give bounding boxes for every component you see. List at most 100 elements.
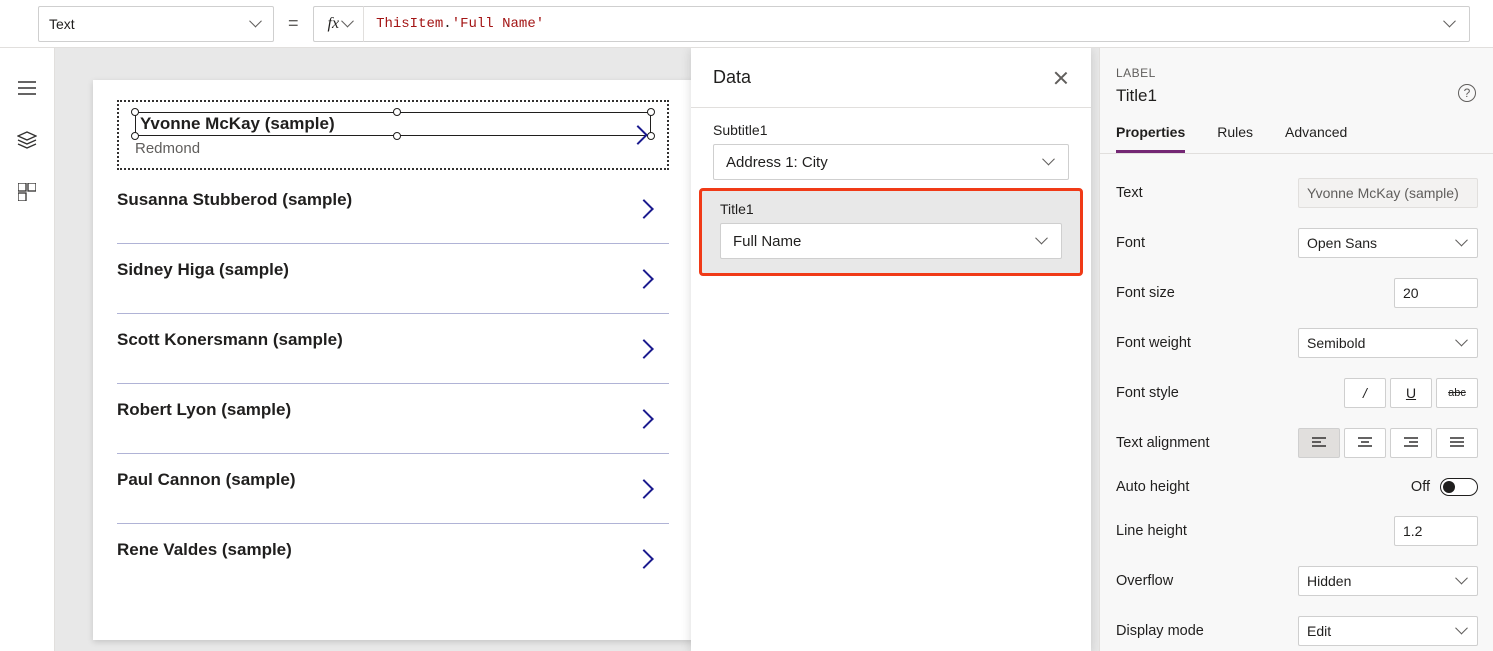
prop-font-select[interactable]: Open Sans <box>1298 228 1478 258</box>
toggle-state-text: Off <box>1411 479 1430 495</box>
gallery-item[interactable]: Scott Konersmann (sample) <box>117 314 669 384</box>
prop-text: Text Yvonne McKay (sample) <box>1100 168 1493 218</box>
prop-auto-height: Auto height Off <box>1100 468 1493 506</box>
gallery-item[interactable]: Sidney Higa (sample) <box>117 244 669 314</box>
prop-display-mode-select[interactable]: Edit <box>1298 616 1478 646</box>
gallery-item[interactable]: Rene Valdes (sample) <box>117 524 669 594</box>
prop-text-value[interactable]: Yvonne McKay (sample) <box>1298 178 1478 208</box>
left-rail <box>0 48 55 651</box>
gallery-item[interactable]: Robert Lyon (sample) <box>117 384 669 454</box>
title-control-selected[interactable]: Yvonne McKay (sample) <box>135 112 651 136</box>
chevron-down-icon <box>1445 18 1457 30</box>
tab-advanced[interactable]: Advanced <box>1285 124 1347 153</box>
chevron-right-icon[interactable] <box>637 552 651 566</box>
data-pane: Data Subtitle1 Address 1: City Title1 Fu… <box>691 48 1091 651</box>
formula-bar: Text = fx ThisItem.'Full Name' <box>0 0 1493 48</box>
properties-tabs: Properties Rules Advanced <box>1100 106 1493 154</box>
gallery-item[interactable]: Susanna Stubberod (sample) <box>117 174 669 244</box>
gallery-item-title: Robert Lyon (sample) <box>117 400 669 420</box>
fx-icon: fx <box>328 15 340 33</box>
align-center-button[interactable] <box>1344 428 1386 458</box>
data-field-select[interactable]: Full Name <box>720 223 1062 259</box>
app-screen[interactable]: Yvonne McKay (sample) Redmond Susanna St… <box>93 80 693 640</box>
gallery-item[interactable]: Yvonne McKay (sample) Redmond <box>117 100 669 170</box>
data-field-label: Title1 <box>720 201 1062 217</box>
chevron-right-icon[interactable] <box>637 202 651 216</box>
prop-label: Auto height <box>1116 479 1189 495</box>
chevron-down-icon <box>343 18 355 30</box>
chevron-down-icon <box>1044 156 1056 168</box>
tab-rules[interactable]: Rules <box>1217 124 1253 153</box>
prop-label: Line height <box>1116 523 1187 539</box>
prop-font-weight-select[interactable]: Semibold <box>1298 328 1478 358</box>
data-field-value: Address 1: City <box>726 154 828 171</box>
strikethrough-button[interactable]: abc <box>1436 378 1478 408</box>
chevron-right-icon[interactable] <box>637 272 651 286</box>
chevron-down-icon <box>1457 575 1469 587</box>
control-name: Title1 <box>1116 86 1478 106</box>
data-field-select[interactable]: Address 1: City <box>713 144 1069 180</box>
align-left-button[interactable] <box>1298 428 1340 458</box>
resize-handle[interactable] <box>131 132 139 140</box>
gallery: Yvonne McKay (sample) Redmond Susanna St… <box>93 80 693 594</box>
control-type-label: LABEL <box>1116 66 1478 80</box>
formula-text: ThisItem.'Full Name' <box>376 16 544 32</box>
gallery-item-title: Scott Konersmann (sample) <box>117 330 669 350</box>
resize-handle[interactable] <box>393 132 401 140</box>
tab-properties[interactable]: Properties <box>1116 124 1185 153</box>
prop-font-size: Font size 20 <box>1100 268 1493 318</box>
properties-pane: LABEL Title1 ? Properties Rules Advanced… <box>1099 48 1493 651</box>
prop-label: Font size <box>1116 285 1175 301</box>
property-selector-value: Text <box>49 16 75 32</box>
prop-label: Text <box>1116 185 1143 201</box>
chevron-down-icon <box>251 18 263 30</box>
data-field-value: Full Name <box>733 233 801 250</box>
gallery-item[interactable]: Paul Cannon (sample) <box>117 454 669 524</box>
equals-sign: = <box>274 13 313 34</box>
prop-font: Font Open Sans <box>1100 218 1493 268</box>
data-pane-header: Data <box>691 48 1091 108</box>
chevron-right-icon[interactable] <box>631 128 645 142</box>
data-field-label: Subtitle1 <box>713 122 1069 138</box>
chevron-right-icon[interactable] <box>637 482 651 496</box>
chevron-down-icon <box>1457 337 1469 349</box>
resize-handle[interactable] <box>647 132 655 140</box>
gallery-item-title: Yvonne McKay (sample) <box>140 114 335 133</box>
prop-label: Font <box>1116 235 1145 251</box>
prop-alignment: Text alignment <box>1100 418 1493 468</box>
layers-icon[interactable] <box>17 130 37 150</box>
chevron-down-icon <box>1457 625 1469 637</box>
prop-font-size-input[interactable]: 20 <box>1394 278 1478 308</box>
gallery-item-title: Paul Cannon (sample) <box>117 470 669 490</box>
prop-font-style: Font style / U abc <box>1100 368 1493 418</box>
align-right-button[interactable] <box>1390 428 1432 458</box>
help-icon[interactable]: ? <box>1458 84 1476 102</box>
underline-button[interactable]: U <box>1390 378 1432 408</box>
close-icon[interactable] <box>1053 70 1069 86</box>
canvas-area[interactable]: Yvonne McKay (sample) Redmond Susanna St… <box>55 48 1099 651</box>
resize-handle[interactable] <box>647 108 655 116</box>
auto-height-toggle[interactable] <box>1440 478 1478 496</box>
chevron-down-icon <box>1037 235 1049 247</box>
fx-button[interactable]: fx <box>313 6 364 42</box>
components-icon[interactable] <box>17 182 37 202</box>
property-selector[interactable]: Text <box>38 6 274 42</box>
align-justify-button[interactable] <box>1436 428 1478 458</box>
chevron-right-icon[interactable] <box>637 342 651 356</box>
italic-button[interactable]: / <box>1344 378 1386 408</box>
prop-label: Font weight <box>1116 335 1191 351</box>
chevron-right-icon[interactable] <box>637 412 651 426</box>
prop-line-height-input[interactable]: 1.2 <box>1394 516 1478 546</box>
prop-overflow-select[interactable]: Hidden <box>1298 566 1478 596</box>
resize-handle[interactable] <box>131 108 139 116</box>
data-field-title-highlighted: Title1 Full Name <box>699 188 1083 276</box>
formula-input[interactable]: ThisItem.'Full Name' <box>363 6 1470 42</box>
resize-handle[interactable] <box>393 108 401 116</box>
prop-overflow: Overflow Hidden <box>1100 556 1493 606</box>
hamburger-icon[interactable] <box>17 78 37 98</box>
gallery-item-title: Susanna Stubberod (sample) <box>117 190 669 210</box>
gallery-item-title: Sidney Higa (sample) <box>117 260 669 280</box>
gallery-item-subtitle[interactable]: Redmond <box>135 140 651 157</box>
prop-label: Font style <box>1116 385 1179 401</box>
data-field-subtitle: Subtitle1 Address 1: City <box>691 122 1091 180</box>
